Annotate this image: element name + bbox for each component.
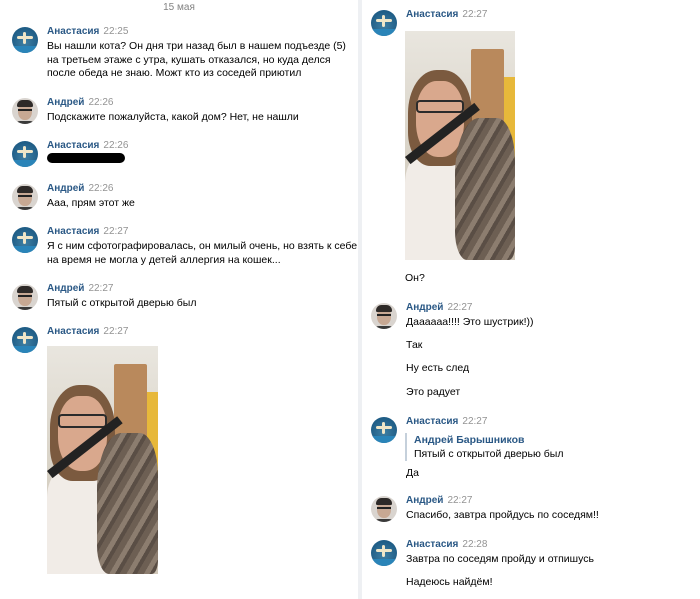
author-name[interactable]: Анастасия: [47, 226, 99, 237]
quote-author[interactable]: Андрей Барышников: [414, 433, 563, 447]
message-time[interactable]: 22:27: [462, 416, 487, 427]
reply-quote[interactable]: Андрей Барышников Пятый с открытой дверь…: [405, 433, 563, 461]
avatar[interactable]: [12, 27, 38, 53]
message-time[interactable]: 22:26: [88, 183, 113, 194]
message-time[interactable]: 22:25: [103, 26, 128, 37]
chat-column-right: Анастасия 22:27 Он? Андрей 22:27 Даааааа!!…: [362, 0, 700, 599]
message-time[interactable]: 22:27: [103, 226, 128, 237]
author-name[interactable]: Андрей: [406, 302, 443, 313]
message-time[interactable]: 22:27: [447, 495, 472, 506]
message-andrey: Андрей 22:27 Пятый с открытой дверью был: [12, 283, 358, 314]
author-name[interactable]: Анастасия: [47, 26, 99, 37]
author-name[interactable]: Андрей: [47, 183, 84, 194]
author-name[interactable]: Андрей: [47, 283, 84, 294]
chat-column-left: 15 мая Анастасия 22:25 Вы нашли кота? Он …: [0, 0, 358, 599]
message-anastasia: Анастасия 22:25 Вы нашли кота? Он дня три…: [12, 26, 358, 87]
avatar[interactable]: [12, 227, 38, 253]
message-text: Даааааа!!!! Это шустрик!)): [406, 316, 534, 328]
avatar[interactable]: [371, 417, 397, 443]
redaction-bar: [47, 153, 125, 163]
message-text: Он?: [405, 272, 425, 284]
message-anastasia: Анастасия 22:27 Я с ним сфотографировалас…: [12, 226, 358, 272]
message-time[interactable]: 22:26: [103, 140, 128, 151]
author-name[interactable]: Анастасия: [47, 140, 99, 151]
message-text: Ааа, прям этот же: [47, 197, 135, 209]
avatar[interactable]: [371, 540, 397, 566]
message-andrey: Андрей 22:26 Ааа, прям этот же: [12, 183, 358, 214]
message-text: Да: [406, 467, 419, 479]
message-text: Так: [406, 339, 423, 351]
message-time[interactable]: 22:27: [103, 326, 128, 337]
author-name[interactable]: Анастасия: [406, 539, 458, 550]
author-name[interactable]: Андрей: [47, 97, 84, 108]
avatar[interactable]: [12, 98, 38, 124]
message-time[interactable]: 22:26: [88, 97, 113, 108]
avatar[interactable]: [371, 10, 397, 36]
message-andrey: Андрей 22:27 Даааааа!!!! Это шустрик!)) Т…: [371, 302, 700, 403]
photo-attachment[interactable]: [47, 346, 158, 574]
message-anastasia: Анастасия 22:28 Завтра по соседям пройду …: [371, 539, 700, 590]
message-time[interactable]: 22:27: [462, 9, 487, 20]
avatar[interactable]: [12, 284, 38, 310]
message-text: Пятый с открытой дверью был: [47, 297, 197, 309]
message-time[interactable]: 22:28: [462, 539, 487, 550]
message-text: Ну есть след: [406, 362, 470, 374]
author-name[interactable]: Анастасия: [47, 326, 99, 337]
avatar[interactable]: [12, 141, 38, 167]
message-text: Спасибо, завтра пройдусь по соседям!!: [406, 509, 599, 521]
date-separator: 15 мая: [163, 2, 195, 13]
message-time[interactable]: 22:27: [88, 283, 113, 294]
photo-attachment[interactable]: [405, 31, 515, 260]
message-text: Завтра по соседям пройду и отпишусь: [406, 553, 594, 565]
message-text: Вы нашли кота? Он дня три назад был в на…: [47, 40, 346, 79]
message-time[interactable]: 22:27: [447, 302, 472, 313]
message-text: Подскажите пожалуйста, какой дом? Нет, н…: [47, 111, 299, 123]
avatar[interactable]: [12, 184, 38, 210]
message-text: Надеюсь найдём!: [406, 576, 493, 588]
avatar[interactable]: [371, 496, 397, 522]
message-andrey: Андрей 22:26 Подскажите пожалуйста, какой…: [12, 97, 358, 128]
author-name[interactable]: Анастасия: [406, 9, 458, 20]
author-name[interactable]: Андрей: [406, 495, 443, 506]
message-text: Это радует: [406, 386, 461, 398]
author-name[interactable]: Анастасия: [406, 416, 458, 427]
quote-text: Пятый с открытой дверью был: [414, 448, 564, 460]
message-text: Я с ним сфотографировалась, он милый оче…: [47, 240, 358, 266]
message-andrey: Андрей 22:27 Спасибо, завтра пройдусь по …: [371, 495, 700, 526]
avatar[interactable]: [371, 303, 397, 329]
avatar[interactable]: [12, 327, 38, 353]
